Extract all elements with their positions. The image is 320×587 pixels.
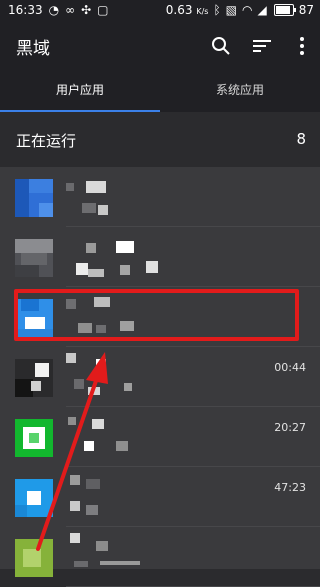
- arrow-head: [86, 352, 108, 384]
- arrow-shaft: [36, 376, 99, 551]
- annotation-arrow: [36, 352, 108, 551]
